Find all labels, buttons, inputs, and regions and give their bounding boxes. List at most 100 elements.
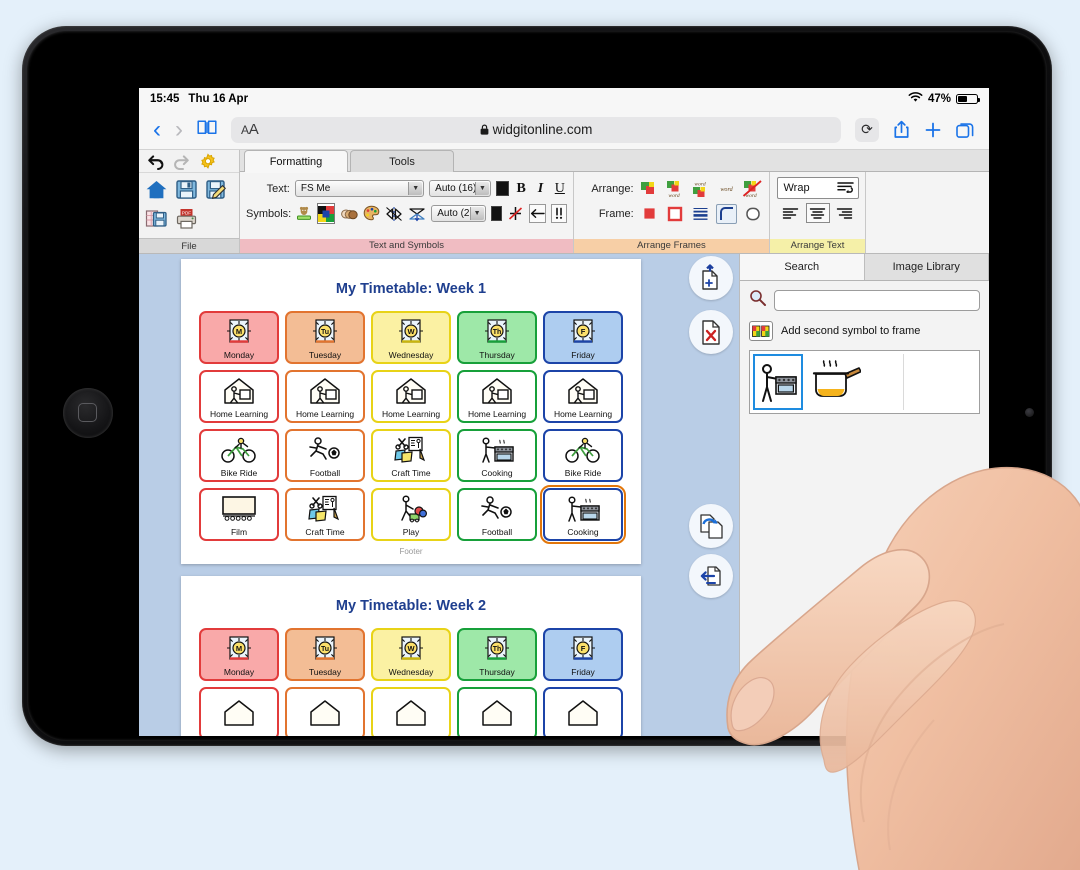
- activity-cell[interactable]: [199, 687, 279, 736]
- share-icon[interactable]: [893, 120, 910, 139]
- tab-search[interactable]: Search: [740, 254, 865, 280]
- symbol-only-icon[interactable]: [639, 179, 660, 199]
- underline-button[interactable]: U: [553, 179, 567, 198]
- save-icon[interactable]: [173, 176, 200, 203]
- activity-cell[interactable]: Home Learning: [543, 370, 623, 423]
- activity-cell-selected[interactable]: Cooking: [540, 485, 626, 544]
- frame-corner-icon[interactable]: [716, 203, 738, 224]
- save-as-icon[interactable]: [203, 176, 230, 203]
- qualifier-icon[interactable]: [550, 204, 567, 223]
- align-right-icon[interactable]: [833, 203, 857, 223]
- search-results-box[interactable]: [749, 350, 980, 414]
- reload-icon[interactable]: ⟳: [855, 117, 879, 142]
- tab-formatting[interactable]: Formatting: [244, 150, 348, 172]
- bold-button[interactable]: B: [514, 179, 528, 198]
- text-colour-swatch[interactable]: [496, 181, 509, 196]
- activity-cell[interactable]: [543, 687, 623, 736]
- day-cell-monday[interactable]: M Monday: [199, 311, 279, 364]
- page-scroll-container[interactable]: My Timetable: Week 1 M Monday Tu Tuesday…: [139, 254, 683, 736]
- paint-palette-icon[interactable]: [363, 203, 380, 224]
- activity-cell[interactable]: Football: [285, 429, 365, 482]
- document-canvas[interactable]: My Timetable: Week 1 M Monday Tu Tuesday…: [139, 254, 683, 736]
- frame-rounded-icon[interactable]: [742, 204, 763, 224]
- document-page-2[interactable]: My Timetable: Week 2 M Monday Tu Tuesday…: [181, 576, 641, 736]
- activity-cell[interactable]: Play: [371, 488, 451, 541]
- symbol-colour-swatch[interactable]: [490, 206, 502, 221]
- font-family-dropdown[interactable]: FS Me ▼: [294, 180, 425, 197]
- add-second-symbol-row[interactable]: Add second symbol to frame: [749, 321, 980, 341]
- back-chevron-icon[interactable]: ‹: [153, 117, 161, 142]
- activity-cell[interactable]: Football: [457, 488, 537, 541]
- activity-cell[interactable]: Craft Time: [371, 429, 451, 482]
- symbol-colour-icon[interactable]: [317, 203, 336, 224]
- fill-colour-icon[interactable]: [639, 204, 660, 224]
- undo-icon[interactable]: [144, 152, 166, 172]
- home-icon[interactable]: [143, 176, 170, 203]
- delete-page-icon[interactable]: [689, 310, 733, 354]
- symbol-size-dropdown[interactable]: Auto (22) ▼: [431, 205, 486, 222]
- activity-cell[interactable]: [457, 687, 537, 736]
- copy-page-icon[interactable]: [689, 504, 733, 548]
- day-cell-wednesday[interactable]: W Wednesday: [371, 311, 451, 364]
- skin-tone-icon[interactable]: [340, 203, 358, 224]
- search-input[interactable]: [774, 290, 980, 311]
- flip-vertical-icon[interactable]: [408, 203, 426, 224]
- cooking-icon: [545, 490, 621, 527]
- symbol-chooser-icon[interactable]: [296, 203, 312, 224]
- result-saucepan-symbol[interactable]: [807, 354, 863, 410]
- activity-cell[interactable]: Cooking: [457, 429, 537, 482]
- result-cooking-symbol[interactable]: [753, 354, 803, 410]
- text-above-symbol-icon[interactable]: word: [690, 179, 711, 199]
- redo-icon[interactable]: [171, 152, 193, 172]
- text-wrap-dropdown[interactable]: Wrap: [776, 177, 859, 199]
- align-center-icon[interactable]: [805, 203, 830, 223]
- day-cell-friday[interactable]: F Friday: [543, 311, 623, 364]
- text-only-icon[interactable]: word: [716, 179, 737, 199]
- tab-tools[interactable]: Tools: [350, 150, 454, 172]
- day-cell-wednesday[interactable]: W Wednesday: [371, 628, 451, 681]
- activity-cell[interactable]: Craft Time: [285, 488, 365, 541]
- activity-cell[interactable]: Home Learning: [457, 370, 537, 423]
- save-copy-icon[interactable]: [143, 205, 170, 232]
- flip-horizontal-icon[interactable]: [385, 203, 403, 224]
- italic-button[interactable]: I: [533, 179, 547, 198]
- activity-cell[interactable]: Bike Ride: [199, 429, 279, 482]
- day-cell-tuesday[interactable]: Tu Tuesday: [285, 311, 365, 364]
- book-icon[interactable]: [197, 119, 217, 140]
- print-pdf-icon[interactable]: PDF: [173, 205, 200, 232]
- activity-cell[interactable]: Home Learning: [371, 370, 451, 423]
- activity-cell[interactable]: Bike Ride: [543, 429, 623, 482]
- tab-image-library[interactable]: Image Library: [864, 254, 989, 280]
- activity-cell[interactable]: Film: [199, 488, 279, 541]
- frame-colour-icon[interactable]: [665, 204, 686, 224]
- day-cell-friday[interactable]: F Friday: [543, 628, 623, 681]
- day-cell-tuesday[interactable]: Tu Tuesday: [285, 628, 365, 681]
- plus-icon[interactable]: [924, 121, 942, 139]
- day-label: Thursday: [479, 667, 515, 677]
- document-page-1[interactable]: My Timetable: Week 1 M Monday Tu Tuesday…: [181, 259, 641, 564]
- activity-cell[interactable]: [285, 687, 365, 736]
- tabs-icon[interactable]: [956, 121, 975, 139]
- move-page-icon[interactable]: [689, 554, 733, 598]
- day-cell-thursday[interactable]: Th Thursday: [457, 628, 537, 681]
- aa-text-size-button[interactable]: AA: [241, 121, 259, 138]
- search-icon[interactable]: [749, 289, 767, 312]
- no-symbol-text-icon[interactable]: word: [742, 179, 763, 199]
- left-arrow-icon[interactable]: [528, 204, 546, 223]
- add-second-symbol-icon[interactable]: [749, 321, 773, 341]
- frame-thickness-icon[interactable]: [690, 204, 711, 224]
- activity-cell[interactable]: Home Learning: [285, 370, 365, 423]
- activity-cell[interactable]: Home Learning: [199, 370, 279, 423]
- no-symbol-icon[interactable]: [507, 203, 524, 224]
- day-cell-monday[interactable]: M Monday: [199, 628, 279, 681]
- home-button[interactable]: [63, 388, 113, 438]
- add-page-icon[interactable]: [689, 256, 733, 300]
- forward-chevron-icon[interactable]: ›: [175, 117, 183, 142]
- text-size-dropdown[interactable]: Auto (16) ▼: [429, 180, 491, 197]
- symbol-above-text-icon[interactable]: word: [664, 179, 685, 199]
- url-bar[interactable]: AA widgitonline.com: [231, 116, 841, 143]
- activity-cell[interactable]: [371, 687, 451, 736]
- day-cell-thursday[interactable]: Th Thursday: [457, 311, 537, 364]
- align-left-icon[interactable]: [779, 203, 803, 223]
- gear-icon[interactable]: [198, 152, 218, 172]
